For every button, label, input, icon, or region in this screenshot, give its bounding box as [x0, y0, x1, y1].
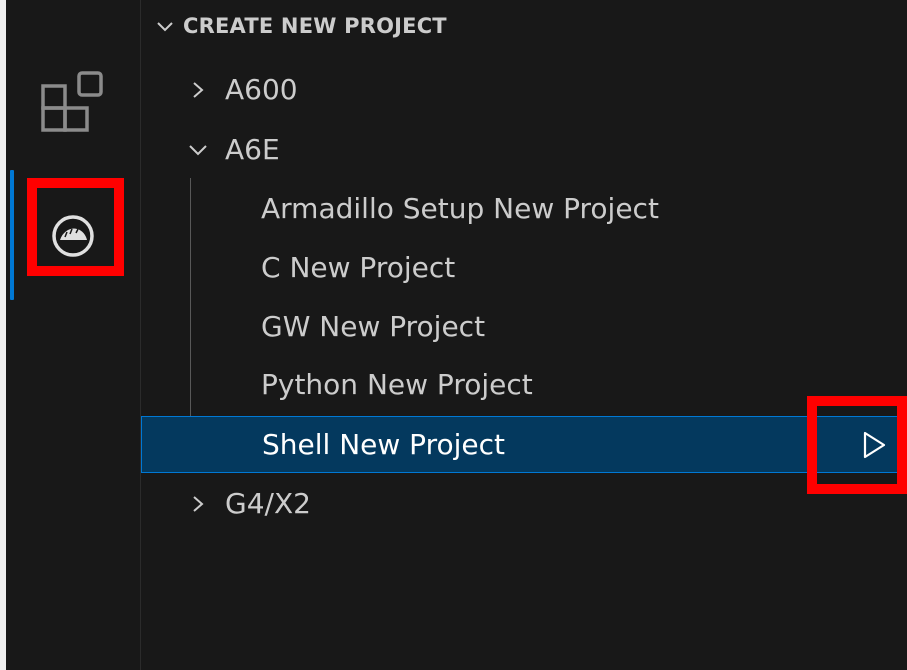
activity-bar	[6, 0, 141, 670]
tree-item-label: A600	[225, 73, 298, 106]
highlight-box-run	[807, 396, 907, 494]
activity-extensions[interactable]	[6, 60, 140, 144]
tree-item-gw-new-project[interactable]: GW New Project	[141, 298, 907, 355]
tree-item-label: Shell New Project	[262, 428, 505, 461]
section-header[interactable]: CREATE NEW PROJECT	[155, 6, 447, 46]
tree-item-label: A6E	[225, 133, 280, 166]
tree-item-shell-new-project[interactable]: Shell New Project	[141, 416, 907, 473]
tree-item-label: Python New Project	[261, 368, 533, 401]
tree-item-label: GW New Project	[261, 310, 486, 343]
chevron-down-icon	[189, 144, 207, 155]
section-title: CREATE NEW PROJECT	[183, 14, 447, 38]
chevron-down-icon	[157, 22, 173, 32]
tree-item-armadillo-setup[interactable]: Armadillo Setup New Project	[141, 180, 907, 237]
tree-item-label: C New Project	[261, 251, 456, 284]
chevron-right-icon	[193, 81, 204, 98]
chevron-right-icon	[193, 495, 204, 512]
sidebar: CREATE NEW PROJECT A600 A6E Armadillo Se…	[141, 0, 907, 670]
tree-item-a6e[interactable]: A6E	[141, 121, 907, 178]
tree-item-python-new-project[interactable]: Python New Project	[141, 356, 907, 413]
extensions-icon	[41, 71, 103, 132]
tree-item-label: Armadillo Setup New Project	[261, 192, 659, 225]
tree-item-g4-x2[interactable]: G4/X2	[141, 475, 907, 532]
vscode-window: CREATE NEW PROJECT A600 A6E Armadillo Se…	[6, 0, 907, 670]
tree-item-a600[interactable]: A600	[141, 61, 907, 118]
tree-item-c-new-project[interactable]: C New Project	[141, 239, 907, 296]
highlight-box-armadillo	[27, 178, 124, 276]
tree-item-label: G4/X2	[225, 487, 311, 520]
